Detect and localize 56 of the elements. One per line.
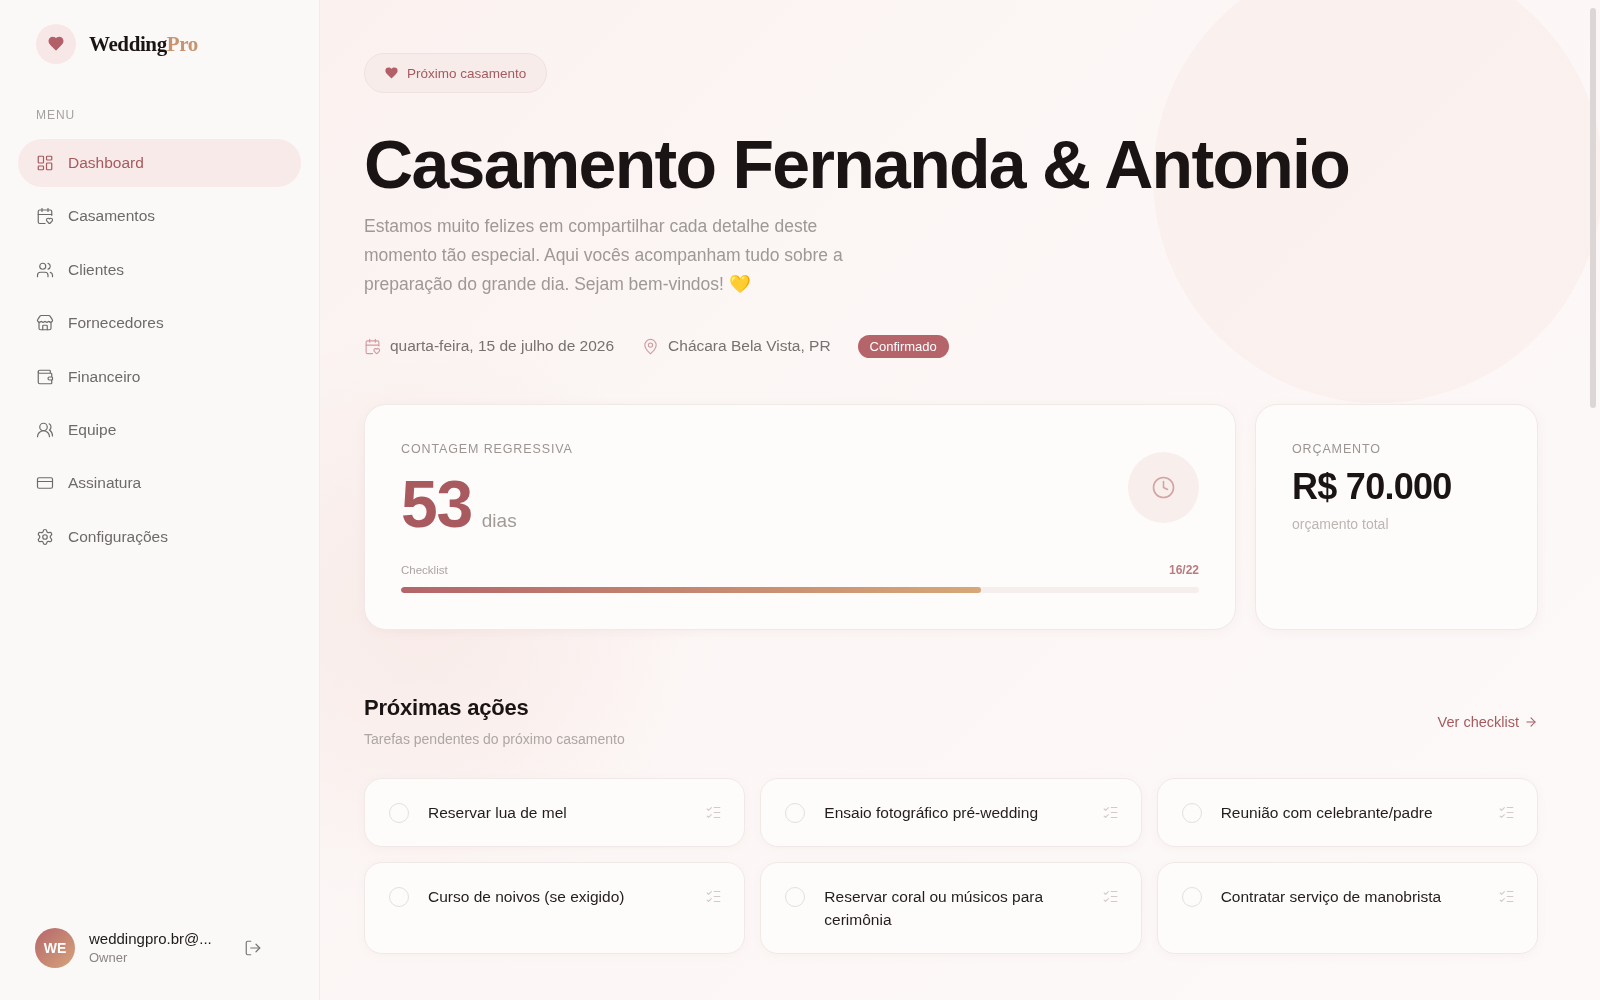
next-wedding-label: Próximo casamento [407, 65, 527, 81]
list-checks-icon [1101, 804, 1119, 821]
users-icon [36, 260, 54, 279]
event-date: quarta-feira, 15 de julho de 2026 [390, 337, 615, 355]
grid-icon [36, 154, 54, 172]
clock-icon [1128, 452, 1199, 523]
nav-item[interactable]: Equipe [18, 405, 301, 454]
heart-logo-icon [36, 24, 76, 64]
nav-item[interactable]: Casamentos [18, 192, 301, 241]
wallet-icon [36, 367, 54, 386]
brand-name: WeddingPro [89, 31, 198, 57]
event-location: Chácara Bela Vista, PR [668, 337, 831, 355]
calendar-heart-icon [364, 337, 381, 355]
task-text: Ensaio fotográfico pré-wedding [824, 803, 1039, 823]
budget-label: ORÇAMENTO [1292, 441, 1382, 457]
hero-title: Casamento Fernanda & Antonio [364, 127, 1351, 202]
nav-item[interactable]: Assinatura [18, 459, 301, 508]
scrollbar-thumb[interactable] [1590, 8, 1596, 408]
countdown-label: CONTAGEM REGRESSIVA [401, 441, 573, 457]
nav-item[interactable]: Dashboard [18, 139, 301, 187]
task-text: Reservar lua de mel [428, 803, 568, 823]
user-email: weddingpro.br@... [89, 929, 213, 949]
nav-item[interactable]: Financeiro [18, 352, 301, 401]
list-checks-icon [705, 888, 723, 905]
budget-value: R$ 70.000 [1292, 467, 1453, 507]
nav-item[interactable]: Configurações [18, 512, 301, 561]
list-checks-icon [1498, 804, 1515, 821]
task-text: Contratar serviço de manobrista [1220, 887, 1443, 907]
section-subtitle: Tarefas pendentes do próximo casamento [364, 730, 625, 748]
checklist-link[interactable]: Ver checklist [1437, 713, 1538, 730]
section-title: Próximas ações [364, 695, 530, 721]
progress-label: Checklist [401, 563, 448, 577]
list-checks-icon [1498, 888, 1515, 905]
task-text: Reservar coral ou músicos para cerimônia [824, 887, 1045, 930]
nav-item[interactable]: Fornecedores [18, 299, 301, 348]
menu-label: MENU [36, 107, 77, 123]
task-text: Reunião com celebrante/padre [1220, 803, 1434, 823]
map-pin-icon [642, 337, 660, 355]
user-role: Owner [89, 949, 129, 967]
countdown-unit: dias [481, 510, 517, 532]
task-text: Curso de noivos (se exigido) [428, 887, 626, 907]
nav-item[interactable]: Clientes [18, 245, 301, 294]
calendar-heart-icon [36, 207, 54, 226]
users-icon [36, 420, 54, 439]
store-icon [36, 314, 54, 333]
progress-count: 16/22 [1168, 563, 1199, 577]
user-avatar: WE [35, 928, 75, 968]
countdown-value: 53 [401, 471, 472, 537]
heart-icon [385, 67, 398, 79]
logout-icon[interactable] [244, 939, 262, 957]
status-badge: Confirmado [857, 334, 949, 358]
budget-caption: orçamento total [1292, 515, 1390, 533]
hero-description: Estamos muito felizes em compartilhar cada detalhe deste momento tão especial. Aqui vocês acompanham tudo sobre a preparação do grande dia. Sejam bem-vindos! 💛 [364, 215, 844, 296]
list-checks-icon [705, 804, 723, 821]
list-checks-icon [1101, 888, 1119, 905]
settings-icon [36, 527, 54, 546]
